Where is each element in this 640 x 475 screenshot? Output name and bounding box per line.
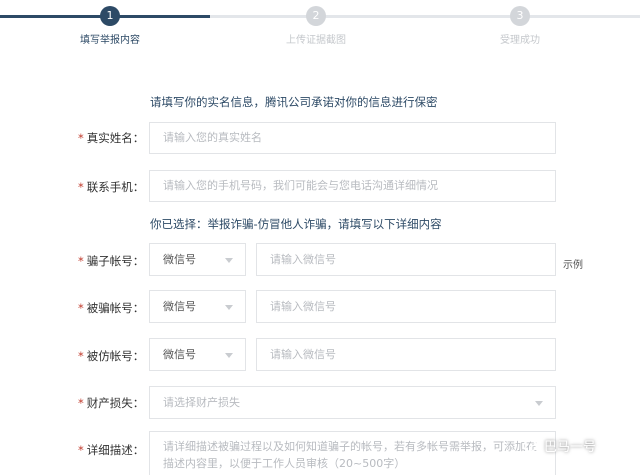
selection-notice: 你已选择：举报诈骗-仿冒他人诈骗，请填写以下详细内容 xyxy=(150,217,442,231)
victim-account-input[interactable]: 请输入微信号 xyxy=(256,290,556,323)
wechat-watermark: 巴马一号 xyxy=(522,436,596,455)
scammer-account-label: * 骗子帐号： xyxy=(78,254,145,268)
details-label: * 详细描述： xyxy=(78,443,145,457)
privacy-notice: 请填写你的实名信息，腾讯公司承诺对你的信息进行保密 xyxy=(150,95,438,109)
progress-track-pending xyxy=(210,15,640,18)
phone-input[interactable]: 请输入您的手机号码，我们可能会与您电话沟通详细情况 xyxy=(149,170,556,202)
victim-account-type-select[interactable]: 微信号 xyxy=(149,290,246,323)
property-loss-label: * 财产损失： xyxy=(78,396,145,410)
step-2-circle: 2 xyxy=(306,6,326,26)
example-link[interactable]: 示例 xyxy=(563,256,583,271)
real-name-input[interactable]: 请输入您的真实姓名 xyxy=(149,122,556,154)
progress-steps: 1 填写举报内容 2 上传证据截图 3 受理成功 xyxy=(0,0,640,48)
property-loss-select[interactable]: 请选择财产损失 xyxy=(149,386,556,419)
victim-account-label: * 被骗帐号： xyxy=(78,301,145,315)
impersonated-account-label: * 被仿帐号： xyxy=(78,349,145,363)
phone-label: * 联系手机： xyxy=(78,180,145,194)
impersonated-account-type-select[interactable]: 微信号 xyxy=(149,338,246,371)
chevron-down-icon: 微信号 xyxy=(163,253,196,266)
impersonated-account-input[interactable]: 请输入微信号 xyxy=(256,338,556,371)
scammer-account-input[interactable]: 请输入微信号 xyxy=(256,243,556,276)
real-name-label: * 真实姓名： xyxy=(78,131,145,145)
step-3-label: 受理成功 xyxy=(500,35,540,46)
wechat-icon xyxy=(522,440,541,455)
step-3-circle: 3 xyxy=(510,6,530,26)
scammer-account-type-select[interactable]: 微信号 xyxy=(149,243,246,276)
step-2-label: 上传证据截图 xyxy=(286,35,346,46)
details-textarea[interactable]: 请详细描述被骗过程以及如何知道骗子的帐号，若有多帐号需举报，可添加在 描述内容里… xyxy=(149,431,556,475)
step-1-label: 填写举报内容 xyxy=(80,35,140,46)
step-1-circle: 1 xyxy=(100,6,120,26)
